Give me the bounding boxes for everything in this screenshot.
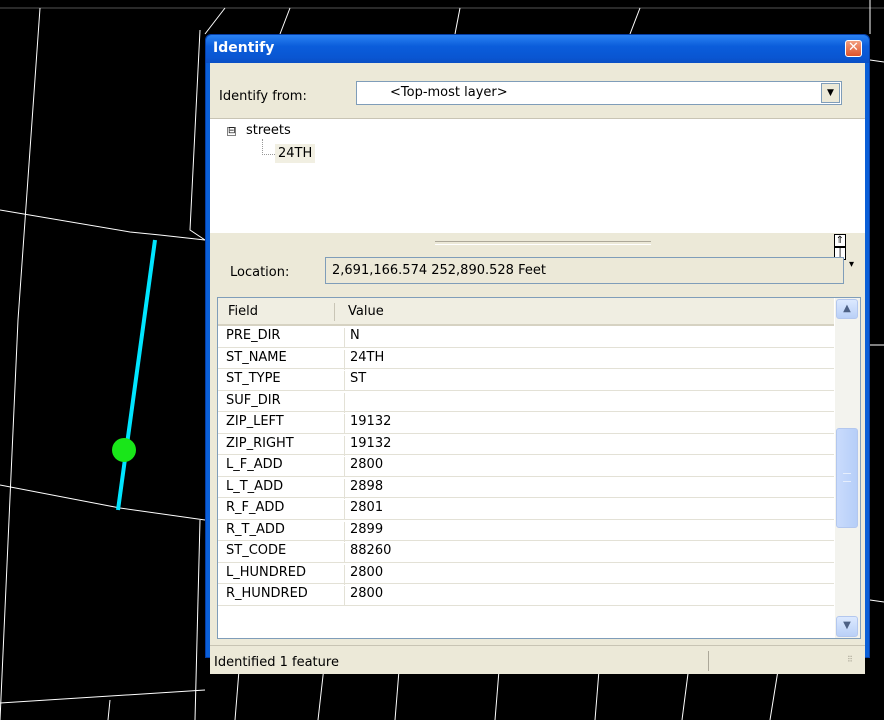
cell-field: SUF_DIR bbox=[226, 392, 281, 408]
table-row[interactable]: R_HUNDRED 2800 bbox=[218, 584, 834, 606]
window-title: Identify bbox=[213, 40, 275, 56]
scroll-up-icon[interactable]: ▲ bbox=[836, 299, 858, 319]
status-divider bbox=[708, 651, 709, 671]
cell-field: L_T_ADD bbox=[226, 478, 284, 494]
cell-field: PRE_DIR bbox=[226, 328, 281, 343]
cell-field: ST_NAME bbox=[226, 349, 287, 365]
close-icon[interactable]: ✕ bbox=[845, 40, 862, 57]
cell-value: ST bbox=[344, 371, 366, 391]
attribute-grid[interactable]: Field Value PRE_DIR N ST_NAME 24TH ST_TYPE… bbox=[217, 297, 861, 639]
table-row[interactable]: ST_TYPE ST bbox=[218, 369, 834, 391]
identify-from-dropdown[interactable]: <Top-most layer> ▼ bbox=[356, 81, 842, 105]
identify-point-marker bbox=[112, 438, 136, 462]
location-value: 2,691,166.574 252,890.528 Feet bbox=[332, 263, 546, 278]
grip-icon bbox=[843, 473, 851, 482]
cell-field: L_HUNDRED bbox=[226, 564, 307, 580]
column-divider[interactable] bbox=[334, 303, 335, 321]
column-header-value[interactable]: Value bbox=[348, 304, 384, 319]
cell-value: 19132 bbox=[344, 414, 391, 434]
cell-field: ST_CODE bbox=[226, 543, 287, 558]
cell-value: 88260 bbox=[344, 543, 391, 563]
cell-field: R_T_ADD bbox=[226, 521, 285, 537]
cell-value: 2801 bbox=[344, 500, 383, 520]
cell-field: ZIP_RIGHT bbox=[226, 435, 294, 451]
resize-grip-icon[interactable]: ⠿ bbox=[847, 656, 859, 670]
splitter-buttons: ⇑│ bbox=[834, 234, 858, 260]
table-row[interactable]: ZIP_LEFT 19132 bbox=[218, 412, 834, 434]
cell-value: 2800 bbox=[344, 457, 383, 477]
cell-value: N bbox=[344, 328, 360, 348]
dialog-body: Identify from: <Top-most layer> ▼ ⊟ stre… bbox=[210, 63, 865, 674]
tree-layer-streets[interactable]: streets bbox=[246, 123, 291, 138]
table-row[interactable]: L_T_ADD 2898 bbox=[218, 477, 834, 499]
column-header-field[interactable]: Field bbox=[228, 304, 258, 319]
status-text: Identified 1 feature bbox=[214, 655, 339, 670]
grid-rows: PRE_DIR N ST_NAME 24TH ST_TYPE ST SUF_DIR Z… bbox=[218, 326, 834, 606]
identify-from-label: Identify from: bbox=[219, 89, 307, 104]
table-row[interactable]: ST_NAME 24TH bbox=[218, 348, 834, 370]
vertical-scrollbar[interactable]: ▲ ▼ bbox=[835, 298, 860, 638]
collapse-up-icon[interactable]: ⇑ bbox=[834, 234, 846, 247]
cell-value: 2898 bbox=[344, 478, 383, 499]
cell-field: L_F_ADD bbox=[226, 457, 283, 472]
cell-field: R_HUNDRED bbox=[226, 586, 308, 601]
table-row[interactable]: L_HUNDRED 2800 bbox=[218, 563, 834, 585]
pane-splitter[interactable] bbox=[435, 241, 651, 245]
location-menu-icon[interactable]: ▾ bbox=[849, 259, 854, 270]
table-row[interactable]: PRE_DIR N bbox=[218, 326, 834, 348]
chevron-down-icon[interactable]: ▼ bbox=[821, 83, 840, 103]
collapse-icon[interactable]: ⊟ bbox=[227, 127, 236, 136]
title-bar[interactable]: Identify ✕ bbox=[206, 35, 869, 63]
table-row[interactable]: L_F_ADD 2800 bbox=[218, 455, 834, 477]
location-label: Location: bbox=[230, 265, 290, 280]
tree-feature-24th[interactable]: 24TH bbox=[275, 144, 316, 163]
cell-field: R_F_ADD bbox=[226, 500, 285, 515]
cell-value: 24TH bbox=[344, 349, 384, 370]
cell-field: ST_TYPE bbox=[226, 371, 281, 386]
cell-value: 2800 bbox=[344, 564, 383, 585]
status-bar: Identified 1 feature ⠿ bbox=[210, 645, 865, 674]
cell-field: ZIP_LEFT bbox=[226, 414, 284, 429]
table-row[interactable]: ST_CODE 88260 bbox=[218, 541, 834, 563]
scroll-thumb[interactable] bbox=[836, 428, 858, 528]
table-row[interactable]: SUF_DIR bbox=[218, 391, 834, 413]
location-field[interactable]: 2,691,166.574 252,890.528 Feet bbox=[325, 257, 844, 284]
identify-from-value: <Top-most layer> bbox=[390, 85, 508, 100]
cell-value bbox=[344, 392, 350, 413]
identify-window: Identify ✕ Identify from: <Top-most laye… bbox=[205, 34, 870, 674]
cell-value: 2800 bbox=[344, 586, 383, 606]
selected-street-line[interactable] bbox=[116, 239, 157, 511]
table-row[interactable]: R_F_ADD 2801 bbox=[218, 498, 834, 520]
cell-value: 19132 bbox=[344, 435, 391, 456]
table-row[interactable]: ZIP_RIGHT 19132 bbox=[218, 434, 834, 456]
cell-value: 2899 bbox=[344, 521, 383, 542]
grid-header: Field Value bbox=[218, 298, 834, 326]
tree-connector bbox=[262, 139, 275, 155]
scroll-down-icon[interactable]: ▼ bbox=[836, 616, 858, 637]
results-tree[interactable]: ⊟ streets 24TH bbox=[210, 118, 865, 233]
table-row[interactable]: R_T_ADD 2899 bbox=[218, 520, 834, 542]
